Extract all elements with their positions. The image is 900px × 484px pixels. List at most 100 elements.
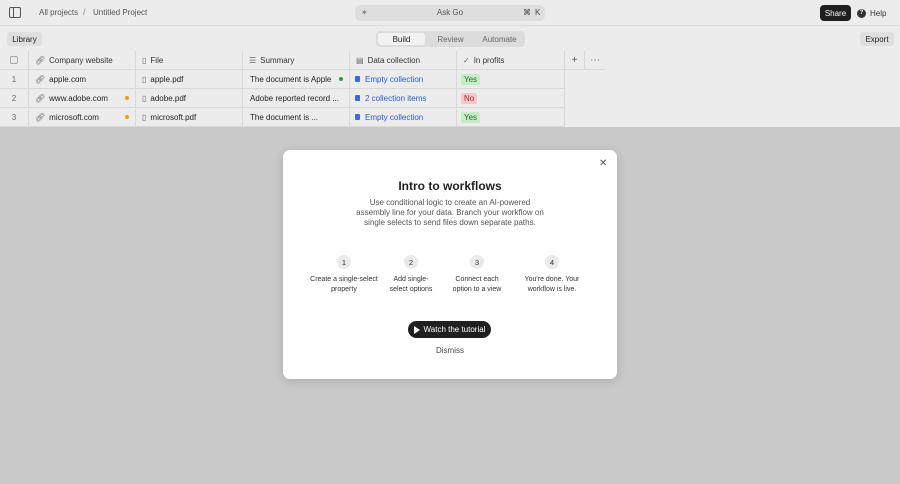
link-icon: 🔗︎	[35, 93, 46, 103]
watch-tutorial-label: Watch the tutorial	[423, 325, 486, 334]
table-cell-file[interactable]: ▯ microsoft.pdf	[136, 108, 243, 127]
collection-icon	[355, 114, 360, 120]
close-icon[interactable]: ✕	[599, 158, 607, 169]
link-icon: 🔗︎	[35, 74, 46, 84]
play-icon	[413, 325, 420, 334]
step-text: Connect each option to a view	[452, 276, 502, 293]
ask-go-search[interactable]: ✶ Ask Go ⌘ K	[355, 5, 545, 21]
status-badge: Yes	[461, 73, 481, 85]
toolbar: Library Build Review Automate Export	[0, 27, 900, 51]
column-header-website[interactable]: 🔗︎ Company website	[29, 51, 136, 70]
help-button[interactable]: ? Help	[857, 5, 893, 21]
cell-text: Adobe reported record ...	[250, 93, 339, 103]
tab-review[interactable]: Review	[427, 33, 474, 45]
table-cell-collection[interactable]: Empty collection	[350, 108, 457, 127]
text-lines-icon: ☰	[249, 55, 257, 65]
cell-link[interactable]: Empty collection	[365, 113, 423, 122]
table-cell-profits[interactable]: Yes	[457, 70, 565, 89]
export-button[interactable]: Export	[860, 32, 894, 46]
sidebar-toggle-icon[interactable]	[9, 7, 21, 18]
tab-automate[interactable]: Automate	[476, 33, 523, 45]
column-label: File	[150, 55, 164, 65]
file-icon: ▯	[142, 74, 147, 84]
add-column-icon[interactable]: +	[565, 51, 585, 70]
step-text: Create a single-select property	[310, 276, 378, 293]
status-dot	[125, 115, 129, 119]
status-dot	[339, 77, 343, 81]
modal-title: Intro to workflows	[398, 179, 502, 193]
table-cell-file[interactable]: ▯ apple.pdf	[136, 70, 243, 89]
step-number: 1	[337, 255, 351, 269]
breadcrumb-all-projects[interactable]: All projects	[39, 8, 78, 17]
cell-text: www.adobe.com	[49, 93, 108, 103]
shortcut-key: K	[535, 8, 541, 17]
step-text: Add single-select options	[389, 276, 433, 293]
ask-go-label: Ask Go	[436, 8, 464, 17]
data-table: 🔗︎ Company website ▯ File ☰ Summary ▤ Data c…	[0, 51, 605, 127]
row-number: 3	[0, 108, 29, 127]
table-cell-file[interactable]: ▯ adobe.pdf	[136, 89, 243, 108]
table-cell-website[interactable]: 🔗︎ www.adobe.com	[29, 89, 136, 108]
column-header-summary[interactable]: ☰ Summary	[243, 51, 350, 70]
table-cell-collection[interactable]: 2 collection items	[350, 89, 457, 108]
table-cell-summary[interactable]: Adobe reported record ...	[243, 89, 350, 108]
file-icon: ▯	[142, 55, 147, 65]
more-icon[interactable]: ⋯	[585, 51, 605, 70]
step-number: 2	[404, 255, 418, 269]
step-2: 2 Add single-select options	[376, 255, 446, 295]
step-number: 3	[470, 255, 484, 269]
column-label: In profits	[473, 55, 505, 65]
step-3: 3 Connect each option to a view	[442, 255, 512, 295]
column-header-file[interactable]: ▯ File	[136, 51, 243, 70]
cell-link[interactable]: 2 collection items	[365, 94, 426, 103]
table-cell-website[interactable]: 🔗︎ apple.com	[29, 70, 136, 89]
column-label: Summary	[260, 55, 295, 65]
select-all-checkbox[interactable]	[10, 56, 18, 64]
column-header-collection[interactable]: ▤ Data collection	[350, 51, 457, 70]
library-button[interactable]: Library	[7, 32, 42, 46]
cell-link[interactable]: Empty collection	[365, 75, 423, 84]
row-number: 2	[0, 89, 29, 108]
step-4: 4 You're done. Your workflow is live.	[517, 255, 587, 295]
collection-icon	[355, 95, 360, 101]
breadcrumb-project[interactable]: Untitled Project	[93, 8, 147, 17]
tab-build[interactable]: Build	[378, 33, 425, 45]
table-cell-profits[interactable]: No	[457, 89, 565, 108]
link-icon: 🔗︎	[35, 112, 46, 122]
intro-modal: ✕ Intro to workflows Use conditional log…	[283, 150, 617, 379]
table-cell-website[interactable]: 🔗︎ microsoft.com	[29, 108, 136, 127]
watch-tutorial-button[interactable]: Watch the tutorial	[408, 321, 491, 338]
status-badge: No	[461, 92, 478, 104]
column-header-profits[interactable]: ✓ In profits	[457, 51, 565, 70]
cell-text: apple.pdf	[150, 74, 184, 84]
step-number: 4	[545, 255, 559, 269]
dismiss-button[interactable]: Dismiss	[283, 346, 617, 355]
column-label: Company website	[49, 55, 113, 65]
help-label: Help	[870, 8, 887, 18]
select-all-cell[interactable]	[0, 51, 29, 70]
breadcrumb-separator-icon: /	[83, 7, 86, 17]
status-badge: Yes	[461, 111, 481, 123]
cell-text: apple.com	[49, 74, 87, 84]
file-icon: ▯	[142, 93, 147, 103]
table-cell-collection[interactable]: Empty collection	[350, 70, 457, 89]
database-icon: ▤	[356, 55, 364, 65]
help-icon: ?	[857, 8, 866, 18]
command-key-icon: ⌘	[523, 8, 531, 17]
check-circle-icon: ✓	[463, 55, 470, 65]
cell-text: adobe.pdf	[150, 93, 186, 103]
collection-icon	[355, 76, 360, 82]
table-cell-summary[interactable]: The document is Apple...	[243, 70, 350, 89]
table-cell-profits[interactable]: Yes	[457, 108, 565, 127]
modal-description: Use conditional logic to create an AI-po…	[356, 198, 544, 227]
row-number: 1	[0, 70, 29, 89]
view-tabs: Build Review Automate	[376, 31, 525, 47]
file-icon: ▯	[142, 112, 147, 122]
link-icon: 🔗︎	[35, 55, 46, 65]
cell-text: microsoft.com	[49, 112, 99, 122]
share-button[interactable]: Share	[820, 5, 851, 21]
table-cell-summary[interactable]: The document is ...	[243, 108, 350, 127]
cell-text: The document is Apple...	[250, 74, 332, 84]
top-bar: All projects / Untitled Project ✶ Ask Go…	[0, 0, 900, 26]
column-label: Data collection	[367, 55, 421, 65]
